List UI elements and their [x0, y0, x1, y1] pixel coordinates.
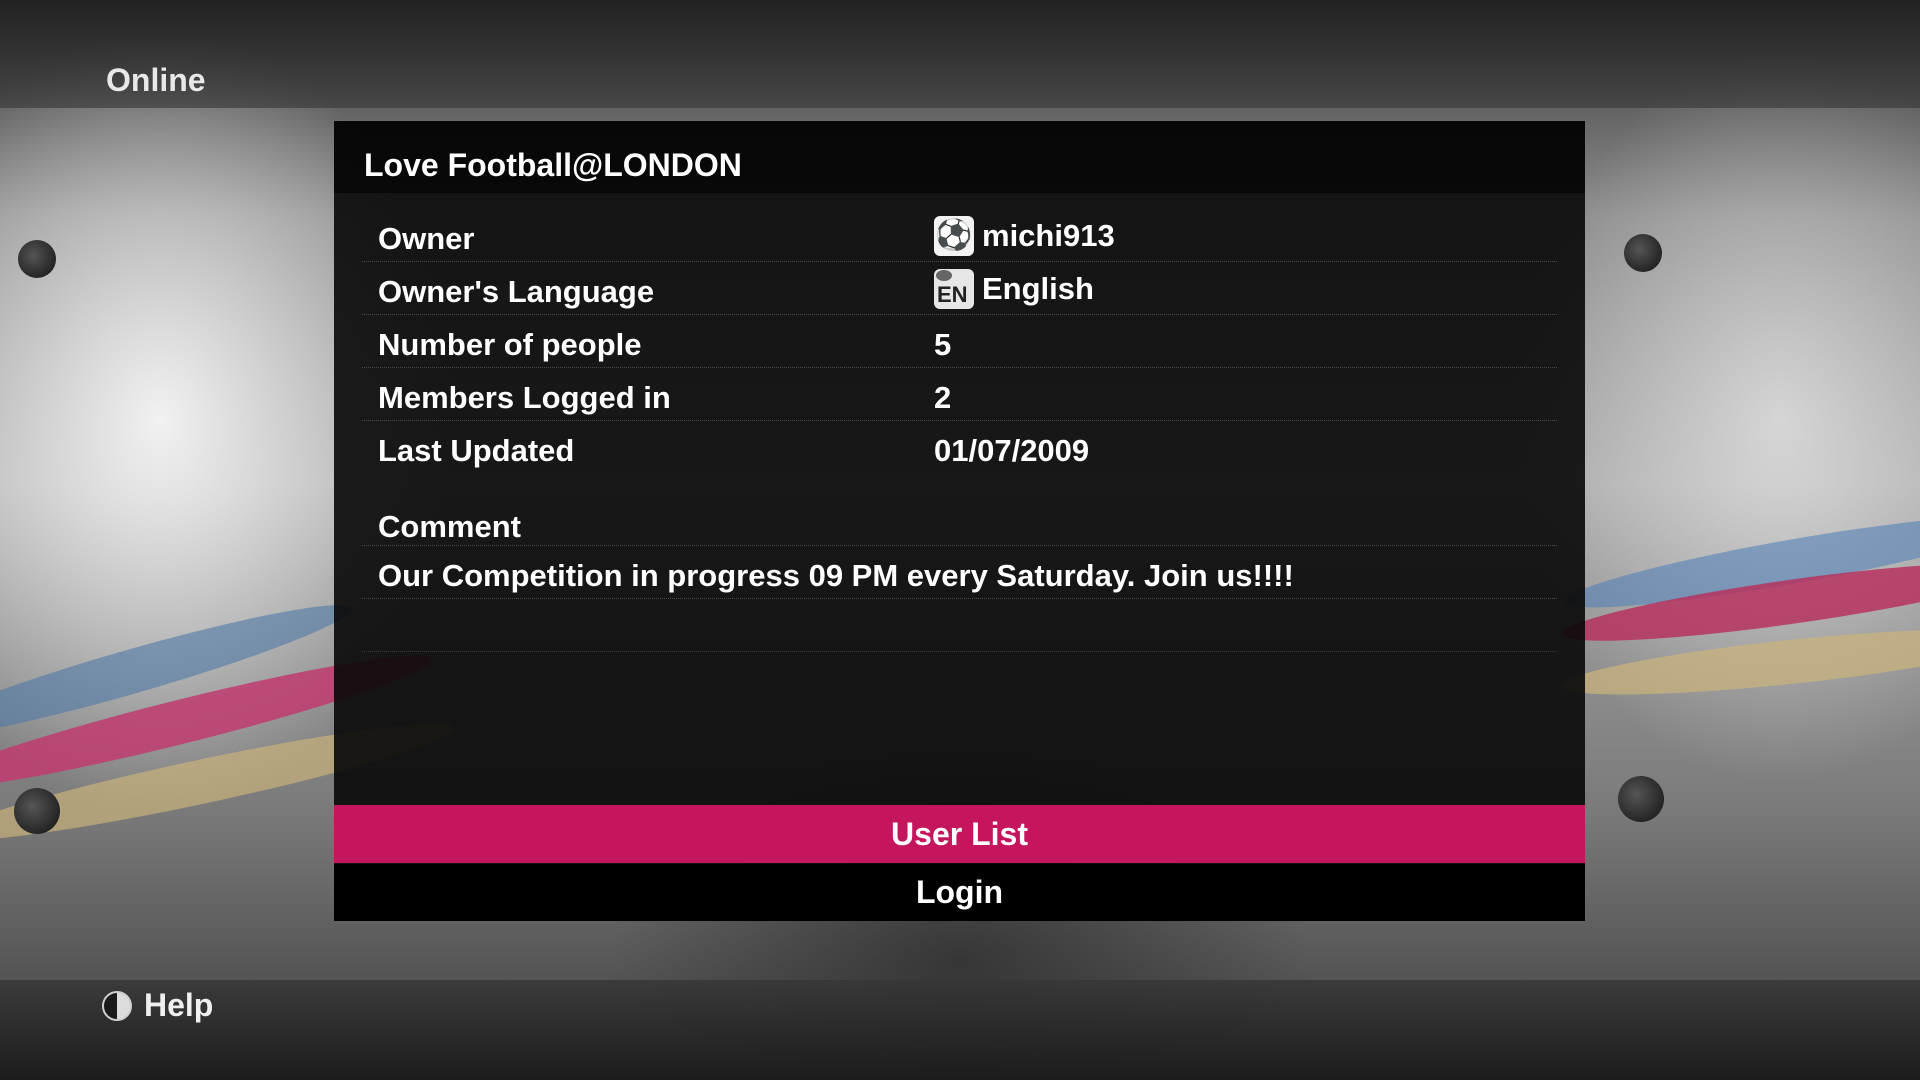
last-updated-value: 01/07/2009 — [934, 433, 1090, 468]
language-label: Owner's Language — [378, 274, 655, 309]
comment-label: Comment — [362, 497, 1557, 546]
language-value: EN English — [934, 269, 1094, 309]
last-updated-label: Last Updated — [378, 433, 575, 468]
language-name: English — [982, 271, 1094, 306]
bottom-bar — [0, 980, 1920, 1080]
screen-title: Online — [106, 62, 206, 98]
logged-in-value: 2 — [934, 380, 952, 415]
help-label: Help — [144, 987, 214, 1023]
logged-in-row: Members Logged in 2 — [362, 368, 1557, 421]
last-updated-row: Last Updated 01/07/2009 — [362, 421, 1557, 473]
owner-row: Owner ⚽ michi913 — [362, 209, 1557, 262]
help-button[interactable]: Help — [102, 987, 213, 1024]
background-dot — [14, 788, 60, 834]
soccer-ball-icon: ⚽ — [934, 216, 974, 256]
comment-text: Our Competition in progress 09 PM every … — [362, 546, 1557, 599]
user-list-button[interactable]: User List — [334, 805, 1585, 863]
people-label: Number of people — [378, 327, 642, 362]
background-dot — [1624, 234, 1662, 272]
comment-empty-line — [362, 599, 1557, 652]
people-row: Number of people 5 — [362, 315, 1557, 368]
lobby-details: Owner ⚽ michi913 Owner's Language EN Eng… — [362, 209, 1557, 652]
owner-name: michi913 — [982, 218, 1115, 253]
login-button[interactable]: Login — [334, 864, 1585, 921]
comment-section: Comment Our Competition in progress 09 P… — [362, 497, 1557, 652]
people-value: 5 — [934, 327, 952, 362]
logged-in-label: Members Logged in — [378, 380, 671, 415]
language-row: Owner's Language EN English — [362, 262, 1557, 315]
language-en-icon: EN — [934, 269, 974, 309]
top-bar: Online — [0, 0, 1920, 108]
owner-label: Owner — [378, 221, 475, 256]
panel-header: Love Football@LONDON — [334, 121, 1585, 193]
background-dot — [1618, 776, 1664, 822]
lobby-info-panel: Love Football@LONDON Owner ⚽ michi913 Ow… — [334, 121, 1585, 921]
background-dot — [18, 240, 56, 278]
half-circle-button-icon — [102, 990, 132, 1021]
lobby-name: Love Football@LONDON — [364, 147, 742, 183]
owner-value: ⚽ michi913 — [934, 216, 1115, 256]
